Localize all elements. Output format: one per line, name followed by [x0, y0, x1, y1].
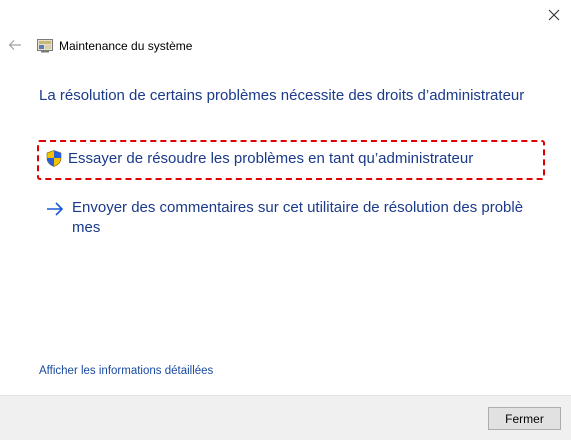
dialog-footer: Fermer — [0, 395, 571, 440]
window-title: Maintenance du système — [59, 39, 193, 53]
run-as-admin-label: Essayer de résoudre les problèmes en tan… — [68, 150, 474, 167]
back-arrow-icon — [8, 40, 21, 50]
uac-shield-icon — [46, 150, 62, 167]
page-heading: La résolution de certains problèmes néce… — [39, 87, 525, 104]
close-button[interactable]: Fermer — [488, 407, 561, 430]
window-title-bar: Maintenance du système — [37, 37, 192, 55]
send-feedback-link[interactable]: Envoyer des commentaires sur cet utilita… — [46, 198, 556, 238]
back-button[interactable] — [6, 37, 24, 53]
send-feedback-label: Envoyer des commentaires sur cet utilita… — [72, 199, 524, 236]
system-maintenance-icon — [37, 39, 53, 53]
view-detailed-info-link[interactable]: Afficher les informations détaillées — [39, 365, 213, 377]
run-as-admin-link[interactable]: Essayer de résoudre les problèmes en tan… — [46, 150, 473, 167]
close-window-button[interactable] — [540, 4, 568, 26]
close-icon — [548, 9, 560, 21]
arrow-right-icon — [47, 202, 64, 216]
